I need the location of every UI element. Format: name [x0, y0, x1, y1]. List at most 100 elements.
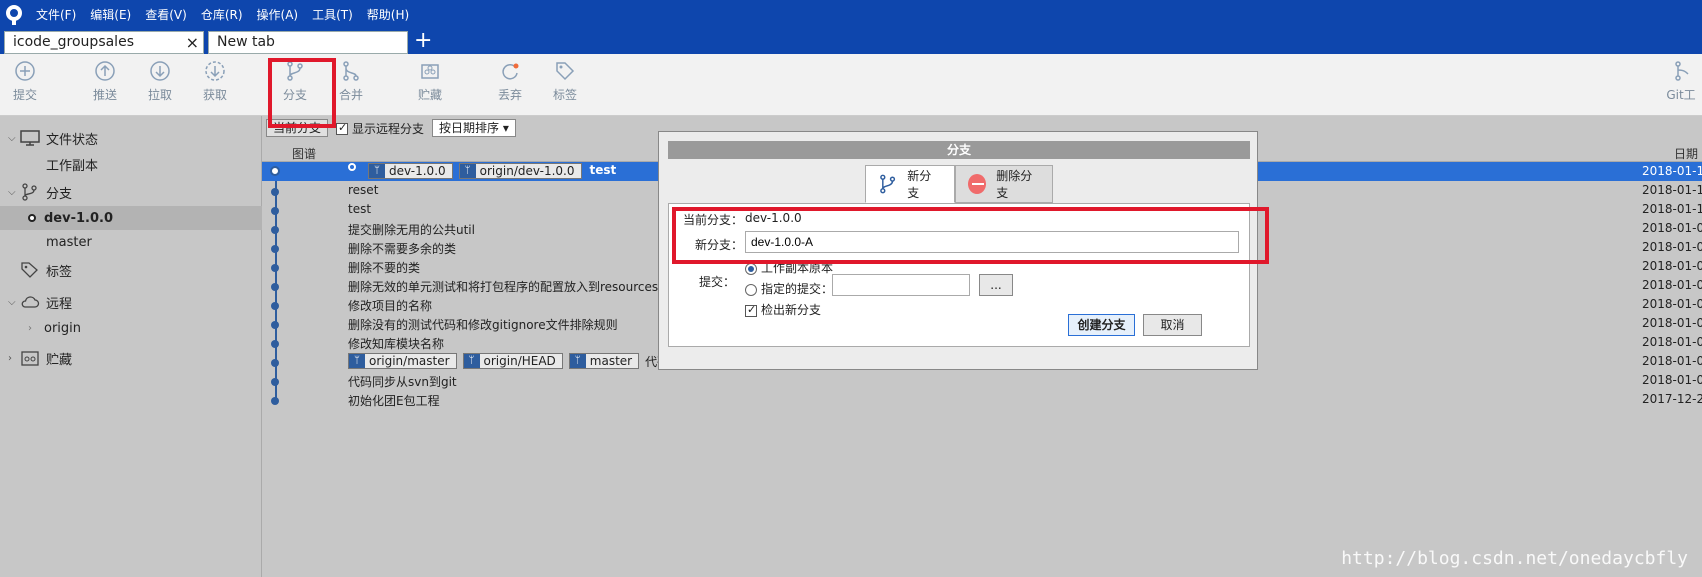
- fetch-dashed-circle-icon: [205, 61, 225, 81]
- discard-button[interactable]: 丢弃: [485, 60, 535, 103]
- close-icon[interactable]: ×: [186, 33, 199, 52]
- sourcetree-logo-icon: [4, 3, 26, 25]
- monitor-icon: [20, 130, 40, 146]
- dialog-title: 分支: [668, 141, 1250, 159]
- commit-date: 2018-01-0: [1642, 259, 1702, 273]
- chevron-down-icon: ⌵: [8, 186, 16, 198]
- menu-repository[interactable]: 仓库(R): [201, 6, 243, 23]
- sidebar-tags-label: 标签: [46, 264, 73, 280]
- radio-icon: [745, 283, 757, 296]
- sort-select[interactable]: 按日期排序 ▾: [432, 119, 516, 137]
- commit-message: 修改知库模块名称: [348, 337, 445, 351]
- show-remote-toggle[interactable]: 显示远程分支: [336, 120, 424, 137]
- commit-message: test: [589, 163, 617, 177]
- tab-delete-branch-label: 删除分支: [996, 169, 1033, 200]
- menu-help[interactable]: 帮助(H): [367, 6, 409, 23]
- tab-new-branch[interactable]: 新分支: [865, 165, 955, 203]
- sidebar-file-status-label: 文件状态: [46, 132, 99, 148]
- sidebar-branches[interactable]: ⌵ 分支: [0, 180, 262, 204]
- menu-edit[interactable]: 编辑(E): [90, 6, 131, 23]
- graph-column-header[interactable]: 图谱: [292, 145, 316, 162]
- cloud-icon: [21, 296, 40, 308]
- commit-date: 2018-01-0: [1642, 278, 1702, 292]
- browse-commit-button[interactable]: ...: [979, 274, 1013, 296]
- sidebar-tags[interactable]: 标签: [0, 258, 262, 282]
- commit-message: reset: [348, 183, 379, 197]
- commit-node: [271, 207, 279, 215]
- push-button[interactable]: 推送: [80, 60, 130, 103]
- show-remote-label: 显示远程分支: [352, 121, 425, 136]
- menu-view[interactable]: 查看(V): [145, 6, 187, 23]
- sidebar-branch-master-label: master: [46, 234, 92, 250]
- menu-tools[interactable]: 工具(T): [312, 6, 353, 23]
- date-column-header[interactable]: 日期: [1674, 145, 1698, 162]
- ref-badge[interactable]: ᛘ master: [568, 353, 640, 369]
- head-indicator-icon: [348, 163, 356, 171]
- checkout-new-branch-label: 检出新分支: [761, 303, 822, 317]
- tag-label: 标签: [552, 88, 577, 102]
- chevron-down-icon: ⌵: [8, 296, 16, 308]
- sidebar-remotes-label: 远程: [46, 296, 73, 312]
- commit-node: [271, 378, 279, 386]
- sidebar-stashes[interactable]: › 贮藏: [0, 346, 262, 370]
- discard-icon: [502, 63, 519, 80]
- stash-button[interactable]: 贮藏: [405, 60, 455, 103]
- pull-button[interactable]: 拉取: [135, 60, 185, 103]
- commit-date: 2018-01-1: [1642, 164, 1702, 178]
- commit-node: [271, 359, 279, 367]
- commit-node: [271, 340, 279, 348]
- menu-file[interactable]: 文件(F): [36, 6, 76, 23]
- commit-refs: ᛘorigin/master ᛘorigin/HEAD ᛘmaster 代码: [348, 353, 669, 370]
- merge-icon: [343, 61, 359, 81]
- create-branch-button[interactable]: 创建分支: [1068, 314, 1135, 336]
- commit-date: 2018-01-1: [1642, 202, 1702, 216]
- sidebar-remotes[interactable]: ⌵ 远程: [0, 290, 262, 314]
- commit-node: [270, 166, 280, 176]
- watermark-url: http://blog.csdn.net/onedaycbfly: [1341, 548, 1688, 569]
- sidebar-file-status[interactable]: ⌵ 文件状态: [0, 126, 262, 150]
- ref-badge[interactable]: ᛘ origin/HEAD: [462, 353, 563, 369]
- checkout-new-branch-toggle[interactable]: 检出新分支: [745, 301, 821, 318]
- cancel-button[interactable]: 取消: [1143, 314, 1202, 336]
- pull-label: 拉取: [147, 88, 172, 102]
- tag-button[interactable]: 标签: [540, 60, 590, 103]
- commit-date: 2018-01-0: [1642, 335, 1702, 349]
- discard-label: 丢弃: [497, 88, 522, 102]
- sidebar-branch-master[interactable]: master: [0, 230, 262, 254]
- commit-node: [271, 283, 279, 291]
- branch-badge-icon: ᛘ: [459, 164, 476, 178]
- tab-repo[interactable]: icode_groupsales ×: [4, 31, 204, 54]
- commit-date: 2018-01-0: [1642, 297, 1702, 311]
- table-row[interactable]: 初始化团E包工程 2017-12-2: [262, 390, 1702, 409]
- ref-badge[interactable]: ᛘ origin/dev-1.0.0: [458, 163, 582, 179]
- specified-commit-input[interactable]: [832, 274, 970, 296]
- commit-date: 2018-01-0: [1642, 373, 1702, 387]
- commit-node: [271, 245, 279, 253]
- menu-actions[interactable]: 操作(A): [257, 6, 299, 23]
- commit-date: 2018-01-0: [1642, 240, 1702, 254]
- git-flow-button[interactable]: Git工: [1660, 60, 1702, 103]
- ref-badge[interactable]: ᛘ dev-1.0.0: [368, 163, 453, 179]
- commit-source-label: 提交：: [698, 275, 735, 289]
- stash-box-icon: [21, 351, 39, 366]
- branch-fields-highlight: [672, 207, 1269, 264]
- checkbox-icon: [336, 121, 349, 135]
- commit-button[interactable]: 提交: [0, 60, 50, 103]
- sidebar-branch-dev[interactable]: dev-1.0.0: [0, 206, 262, 230]
- sidebar-branch-dev-label: dev-1.0.0: [44, 210, 114, 226]
- ref-badge[interactable]: ᛘ origin/master: [348, 353, 457, 369]
- sidebar-remote-origin[interactable]: › origin: [0, 316, 262, 340]
- sidebar-working-copy[interactable]: 工作副本: [0, 152, 262, 176]
- tab-delete-branch[interactable]: 删除分支: [955, 165, 1053, 203]
- fetch-label: 获取: [202, 88, 227, 102]
- table-row[interactable]: 代码同步从svn到git 2018-01-0: [262, 371, 1702, 390]
- specified-commit-option[interactable]: 指定的提交：: [745, 280, 833, 297]
- ref-label: origin/master: [369, 354, 450, 368]
- tab-new[interactable]: New tab: [208, 31, 408, 54]
- commit-date: 2018-01-0: [1642, 354, 1702, 368]
- sidebar-branches-label: 分支: [46, 186, 73, 202]
- commit-node: [271, 321, 279, 329]
- add-tab-icon[interactable]: +: [414, 28, 432, 53]
- chevron-down-icon: ▾: [502, 121, 509, 135]
- fetch-button[interactable]: 获取: [190, 60, 240, 103]
